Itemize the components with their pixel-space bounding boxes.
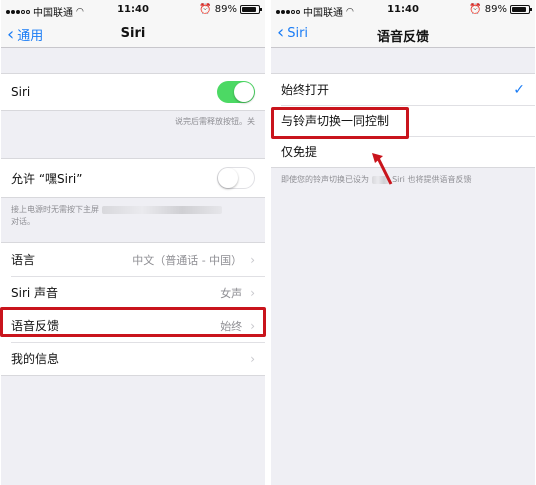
chevron-right-icon: › — [250, 285, 255, 300]
my-info-row[interactable]: 我的信息 › — [1, 342, 265, 375]
status-bar: 中国联通 ◠ 11:40 ⏰ 89% — [271, 0, 535, 20]
alarm-icon: ⏰ — [199, 4, 212, 15]
chevron-right-icon: › — [250, 252, 255, 267]
voice-feedback-screen: 中国联通 ◠ 11:40 ⏰ 89% ‹ Siri 语音反馈 始终打开 ✓ 与铃… — [271, 0, 535, 485]
battery-icon — [510, 5, 532, 14]
highlight-ring-switch-option — [271, 107, 409, 139]
siri-group: Siri — [1, 73, 265, 111]
option-always-on[interactable]: 始终打开 ✓ — [271, 74, 535, 105]
language-row[interactable]: 语言 中文（普通话 - 中国） › — [1, 243, 265, 276]
siri-voice-row[interactable]: Siri 声音 女声 › — [1, 276, 265, 309]
option-hands-free[interactable]: 仅免提 — [271, 136, 535, 167]
alarm-icon: ⏰ — [469, 4, 482, 15]
battery-percent: 89% — [214, 4, 237, 15]
feedback-footer: 即使您的铃声切换已设为 — [281, 175, 369, 184]
nav-bar: ‹ Siri 语音反馈 — [271, 20, 535, 48]
status-bar: 中国联通 ◠ 11:40 ⏰ 89% — [1, 0, 265, 20]
battery-percent: 89% — [484, 4, 507, 15]
hey-siri-row: 允许 “嘿Siri” — [1, 159, 265, 197]
chevron-right-icon: › — [250, 351, 255, 366]
obscured-text — [101, 205, 222, 214]
annotation-arrow-icon — [372, 153, 393, 185]
nav-bar: ‹ 通用 Siri — [1, 20, 265, 48]
hey-siri-toggle[interactable] — [217, 167, 255, 189]
battery-icon — [240, 5, 262, 14]
siri-toggle-row: Siri — [1, 74, 265, 110]
siri-footer: 说完后需释放按钮。关 — [175, 117, 255, 126]
hey-siri-group: 允许 “嘿Siri” — [1, 158, 265, 198]
checkmark-icon: ✓ — [513, 81, 525, 98]
highlight-voice-feedback — [0, 307, 266, 337]
siri-toggle[interactable] — [217, 81, 255, 103]
hey-siri-footer: 接上电源时无需按下主屏 — [11, 205, 99, 214]
page-title: Siri — [120, 26, 146, 41]
settings-siri-screen: 中国联通 ◠ 11:40 ⏰ 89% ‹ 通用 Siri Siri 说完后需释放… — [1, 0, 265, 485]
page-title: 语音反馈 — [376, 30, 429, 45]
